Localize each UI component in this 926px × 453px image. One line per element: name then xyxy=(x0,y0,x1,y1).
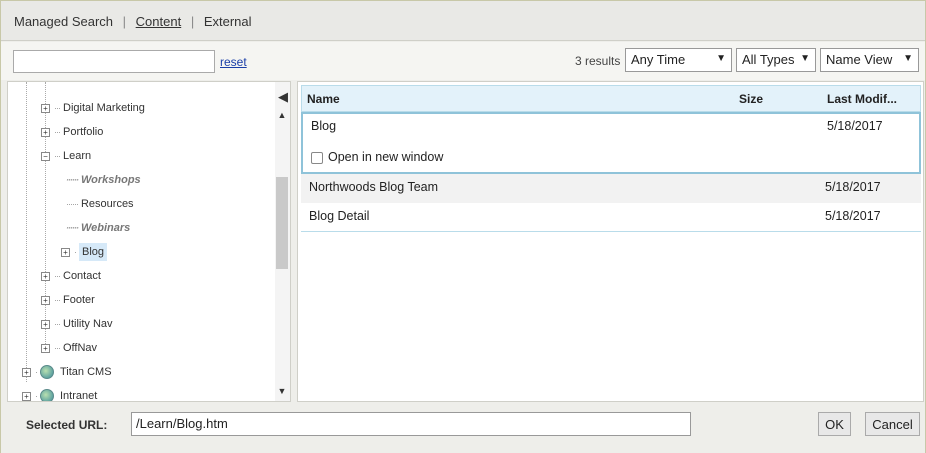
column-header-size[interactable]: Size xyxy=(739,92,763,106)
view-select[interactable]: Name View ▼ xyxy=(820,48,919,72)
tree-connector: ··· xyxy=(54,343,61,353)
results-count: 3 results xyxy=(575,54,621,68)
time-filter-value: Any Time xyxy=(631,52,686,67)
globe-icon xyxy=(40,365,54,379)
expand-icon[interactable]: + xyxy=(61,247,70,257)
tree-item[interactable]: ······ Workshops xyxy=(66,170,141,190)
tree-guide-line xyxy=(26,82,27,382)
expand-icon[interactable]: + xyxy=(22,367,31,377)
row-name: Blog xyxy=(311,119,337,133)
search-toolbar: reset 3 results Any Time ▼ All Types ▼ N… xyxy=(1,42,925,80)
result-row[interactable]: Northwoods Blog Team 5/18/2017 xyxy=(301,174,921,203)
reset-link[interactable]: reset xyxy=(220,55,247,69)
scroll-up-icon[interactable]: ▲ xyxy=(276,110,288,120)
tree-item-selected[interactable]: + · Blog xyxy=(61,242,108,262)
view-value: Name View xyxy=(826,52,893,67)
ok-button[interactable]: OK xyxy=(818,412,851,436)
expand-icon[interactable]: + xyxy=(41,295,50,305)
tree-connector: · xyxy=(74,247,77,257)
open-new-window-option[interactable]: Open in new window xyxy=(311,150,443,164)
tree-item[interactable]: + ··· OffNav xyxy=(41,338,97,358)
collapse-panel-icon[interactable]: ◀ xyxy=(278,89,288,105)
source-tabs: Managed Search | Content | External xyxy=(1,1,925,41)
content-tree[interactable]: + ··· Digital Marketing + ··· Portfolio … xyxy=(7,81,291,402)
tree-item[interactable]: ······ Webinars xyxy=(66,218,130,238)
link-picker-dialog: Managed Search | Content | External rese… xyxy=(0,0,926,453)
dropdown-arrow-icon: ▼ xyxy=(716,53,726,64)
expand-icon[interactable]: + xyxy=(41,271,50,281)
tree-connector: ······ xyxy=(66,199,79,209)
tree-connector: ··· xyxy=(54,127,61,137)
result-row-selected[interactable]: Blog 5/18/2017 Open in new window xyxy=(301,112,921,174)
tree-item[interactable]: ······ Resources xyxy=(66,194,134,214)
row-name: Blog Detail xyxy=(309,209,370,223)
expand-icon[interactable]: + xyxy=(41,127,50,137)
type-filter-select[interactable]: All Types ▼ xyxy=(736,48,816,72)
type-filter-value: All Types xyxy=(742,52,795,67)
dropdown-arrow-icon: ▼ xyxy=(800,53,810,64)
tree-item[interactable]: + ··· Digital Marketing xyxy=(41,98,145,118)
globe-icon xyxy=(40,389,54,401)
row-modified: 5/18/2017 xyxy=(825,180,881,194)
row-modified: 5/18/2017 xyxy=(827,119,883,133)
time-filter-select[interactable]: Any Time ▼ xyxy=(625,48,732,72)
expand-icon[interactable]: + xyxy=(41,319,50,329)
column-header-name[interactable]: Name xyxy=(307,92,340,106)
scroll-down-icon[interactable]: ▼ xyxy=(276,386,288,396)
row-name: Northwoods Blog Team xyxy=(309,180,439,194)
tab-managed-search[interactable]: Managed Search xyxy=(14,14,113,29)
open-new-window-label: Open in new window xyxy=(328,150,444,164)
tree-item[interactable]: + ··· Portfolio xyxy=(41,122,103,142)
tree-item[interactable]: − ··· Learn xyxy=(41,146,91,166)
tab-separator: | xyxy=(122,14,127,29)
tree-connector: · xyxy=(35,391,38,401)
tree-item[interactable]: + ··· Utility Nav xyxy=(41,314,113,334)
dropdown-arrow-icon: ▼ xyxy=(903,53,913,64)
tree-connector: ··· xyxy=(54,151,61,161)
results-grid: Name Size Last Modif... Blog 5/18/2017 O… xyxy=(297,81,924,402)
tree-item[interactable]: + · Titan CMS xyxy=(22,362,112,382)
tree-connector: ······ xyxy=(66,223,79,233)
expand-icon[interactable]: + xyxy=(41,103,50,113)
result-row[interactable]: Blog Detail 5/18/2017 xyxy=(301,203,921,232)
tree-item[interactable]: + · Intranet xyxy=(22,386,97,401)
row-modified: 5/18/2017 xyxy=(825,209,881,223)
grid-header: Name Size Last Modif... xyxy=(301,85,921,112)
scroll-thumb[interactable] xyxy=(276,177,288,269)
dialog-footer: Selected URL: /Learn/Blog.htm OK Cancel xyxy=(1,403,925,453)
open-new-window-checkbox[interactable] xyxy=(311,151,323,164)
cancel-button[interactable]: Cancel xyxy=(865,412,920,436)
tree-item[interactable]: + ··· Footer xyxy=(41,290,95,310)
tab-separator: | xyxy=(190,14,195,29)
tree-connector: ··· xyxy=(54,103,61,113)
tab-external[interactable]: External xyxy=(204,14,252,29)
search-input[interactable] xyxy=(13,50,215,73)
expand-icon[interactable]: + xyxy=(41,343,50,353)
selected-url-label: Selected URL: xyxy=(26,418,108,432)
tree-connector: ··· xyxy=(54,319,61,329)
collapse-icon[interactable]: − xyxy=(41,151,50,161)
tree-connector: · xyxy=(35,367,38,377)
tab-content[interactable]: Content xyxy=(136,14,182,29)
tree-item[interactable]: + ··· Contact xyxy=(41,266,101,286)
column-header-modified[interactable]: Last Modif... xyxy=(827,92,897,106)
tree-connector: ··· xyxy=(54,295,61,305)
tree-connector: ······ xyxy=(66,175,79,185)
tree-connector: ··· xyxy=(54,271,61,281)
expand-icon[interactable]: + xyxy=(22,391,31,401)
selected-url-input[interactable]: /Learn/Blog.htm xyxy=(131,412,691,436)
